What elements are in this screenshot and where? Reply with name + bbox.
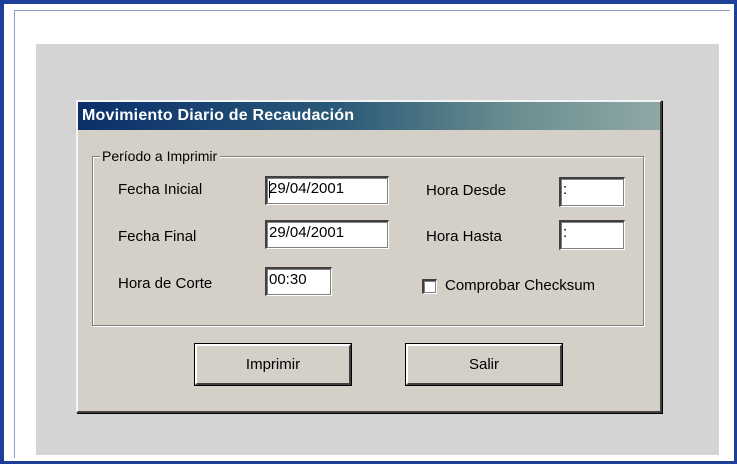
dialog-window: Movimiento Diario de Recaudación Período… xyxy=(76,100,662,413)
fecha-final-input[interactable]: 29/04/2001 xyxy=(265,220,389,249)
fecha-final-label: Fecha Final xyxy=(118,228,197,245)
hora-corte-label: Hora de Corte xyxy=(118,275,213,292)
checksum-label[interactable]: Comprobar Checksum xyxy=(445,276,595,296)
checksum-checkbox[interactable] xyxy=(422,279,437,294)
print-button[interactable]: Imprimir xyxy=(194,343,352,386)
fecha-inicial-label: Fecha Inicial xyxy=(118,181,203,198)
hora-corte-input[interactable]: 00:30 xyxy=(265,267,332,296)
fecha-inicial-input[interactable]: 29/04/2001 xyxy=(265,176,389,205)
hora-hasta-label: Hora Hasta xyxy=(426,228,502,245)
period-group-legend: Período a Imprimir xyxy=(100,147,221,165)
hora-hasta-input[interactable]: : xyxy=(559,220,625,250)
dialog-title: Movimiento Diario de Recaudación xyxy=(78,102,660,130)
hora-desde-input[interactable]: : xyxy=(559,177,625,207)
hora-desde-label: Hora Desde xyxy=(426,182,507,199)
exit-button[interactable]: Salir xyxy=(405,343,563,386)
